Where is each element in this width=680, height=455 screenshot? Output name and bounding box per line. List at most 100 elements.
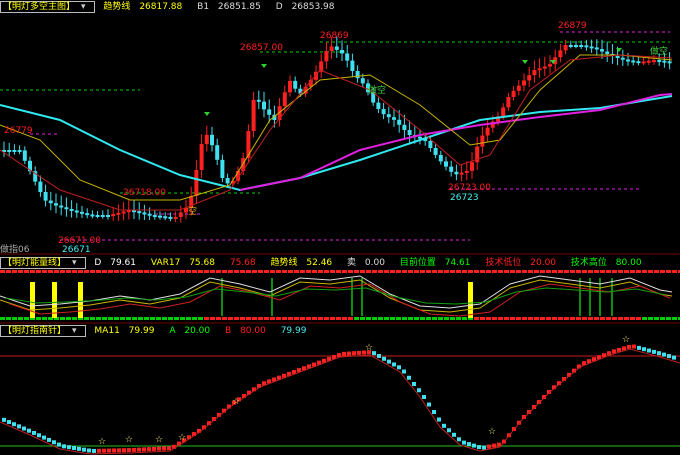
candle-body xyxy=(329,46,334,51)
bottom-signal-bar xyxy=(420,317,425,320)
top-signal-bar xyxy=(462,270,467,273)
candle-body xyxy=(225,178,230,184)
top-signal-bar xyxy=(234,270,239,273)
bottom-signal-bar xyxy=(210,317,215,320)
candle-body xyxy=(652,60,656,63)
candle-body xyxy=(7,150,12,152)
var17-legend: VAR17 75.68 xyxy=(150,258,215,268)
bottom-signal-bar xyxy=(42,317,47,320)
top-signal-bar xyxy=(198,270,203,273)
candle-body xyxy=(511,90,516,97)
top-signal-bar xyxy=(270,270,275,273)
bottom-signal-bar xyxy=(108,317,113,320)
panel-divider[interactable] xyxy=(0,253,680,255)
bottom-signal-bar xyxy=(558,317,563,320)
bottom-indicator-title[interactable]: 【明灯指南针】 ▾ xyxy=(0,325,86,337)
bottom-signal-bar xyxy=(342,317,347,320)
top-signal-bar xyxy=(210,270,215,273)
compass-step-block xyxy=(667,354,671,359)
energy-indicator-panel[interactable]: 【明灯能量线】 ▾ D 79.61 VAR17 75.68 75.68 趋势线 5… xyxy=(0,256,680,322)
high-price-label: 26879 xyxy=(558,21,587,31)
candle-body xyxy=(199,144,204,170)
position-legend: 目前位置 74.61 xyxy=(399,258,471,268)
top-signal-bar xyxy=(570,270,575,273)
bottom-signal-bar xyxy=(114,317,119,320)
compass-step-block xyxy=(27,428,31,433)
compass-step-block xyxy=(97,448,101,453)
top-signal-bar xyxy=(456,270,461,273)
top-signal-bar xyxy=(468,270,473,273)
dropdown-caret-icon[interactable]: ▾ xyxy=(72,258,77,268)
candle-body xyxy=(449,166,454,172)
candle-body xyxy=(59,205,64,208)
top-signal-bar xyxy=(102,270,107,273)
compass-step-block xyxy=(387,359,391,364)
candle-body xyxy=(428,141,433,148)
mid-indicator-title[interactable]: 【明灯能量线】 ▾ xyxy=(0,257,86,269)
candle-body xyxy=(142,212,147,215)
compass-step-block xyxy=(122,448,126,453)
compass-chart[interactable]: ☆ ☆ ☆ ☆ ☆ ☆ ☆ ☆ xyxy=(0,324,680,455)
bottom-signal-bar xyxy=(396,317,401,320)
top-signal-bar xyxy=(552,270,557,273)
compass-step-block xyxy=(417,388,421,393)
compass-step-block xyxy=(137,447,141,452)
top-signal-bar xyxy=(420,270,425,273)
candle-body xyxy=(454,171,459,175)
high-price-label: 26869 xyxy=(320,31,349,41)
compass-indicator-panel[interactable]: ☆ ☆ ☆ ☆ ☆ ☆ ☆ ☆ 【明灯指南针】 ▾ MA11 79.99 A 20.00 B 8… xyxy=(0,324,680,455)
top-signal-bar xyxy=(282,270,287,273)
candle-body xyxy=(657,60,662,63)
candle-body xyxy=(194,170,199,196)
candle-body xyxy=(80,211,84,214)
main-chart-panel[interactable]: 26857.00 26869 26879 26779 26718.00 26671 2667… xyxy=(0,0,680,253)
star-marker-icon: ☆ xyxy=(155,435,163,445)
bottom-signal-bar xyxy=(252,317,257,320)
trend-legend: 趋势线 52.46 xyxy=(270,258,333,268)
bottom-signal-bar xyxy=(540,317,545,320)
bottom-signal-bar xyxy=(360,317,365,320)
compass-step-block xyxy=(397,365,401,370)
candle-body xyxy=(433,148,438,155)
bottom-signal-bar xyxy=(516,317,521,320)
top-signal-bar xyxy=(108,270,113,273)
bottom-signal-bar xyxy=(306,317,311,320)
compass-step-block xyxy=(627,344,631,349)
bottom-signal-bar xyxy=(618,317,623,320)
compass-step-block xyxy=(637,345,641,350)
low-price-label: 26671 xyxy=(62,245,91,253)
compass-step-block xyxy=(357,350,361,355)
bottom-signal-bar xyxy=(312,317,317,320)
candle-body xyxy=(288,80,292,93)
compass-step-block xyxy=(427,402,431,407)
compass-step-block xyxy=(407,375,411,380)
down-arrow-icon xyxy=(261,64,267,68)
short-signal-label: 做空 xyxy=(368,84,386,96)
bottom-signal-bar xyxy=(486,317,491,320)
compass-step-block xyxy=(412,382,416,386)
top-signal-bar xyxy=(312,270,317,273)
compass-step-block xyxy=(77,446,81,451)
candle-body xyxy=(215,145,220,160)
top-signal-bar xyxy=(432,270,437,273)
compass-step-block xyxy=(352,351,356,356)
candle-body xyxy=(334,46,339,50)
top-signal-bar xyxy=(228,270,233,273)
candle-body xyxy=(392,117,396,120)
compass-step-block xyxy=(152,446,156,451)
compass-step-block xyxy=(142,447,146,452)
candlestick-chart[interactable]: 26857.00 26869 26879 26779 26718.00 266712667… xyxy=(0,0,680,253)
bottom-signal-bar xyxy=(522,317,527,320)
bottom-signal-bar xyxy=(258,317,263,320)
dropdown-caret-icon[interactable]: ▾ xyxy=(81,2,86,12)
main-indicator-title[interactable]: 【明灯多空主图】 ▾ xyxy=(0,1,95,13)
candle-body xyxy=(594,47,599,50)
compass-step-block xyxy=(612,349,616,354)
dropdown-caret-icon[interactable]: ▾ xyxy=(72,326,77,336)
top-signal-bar xyxy=(0,270,5,273)
candle-body xyxy=(605,51,610,54)
candle-body xyxy=(158,215,162,218)
tech-low-legend: 技术低位 20.00 xyxy=(485,258,557,268)
top-signal-bar xyxy=(90,270,95,273)
top-signal-bar xyxy=(162,270,167,273)
